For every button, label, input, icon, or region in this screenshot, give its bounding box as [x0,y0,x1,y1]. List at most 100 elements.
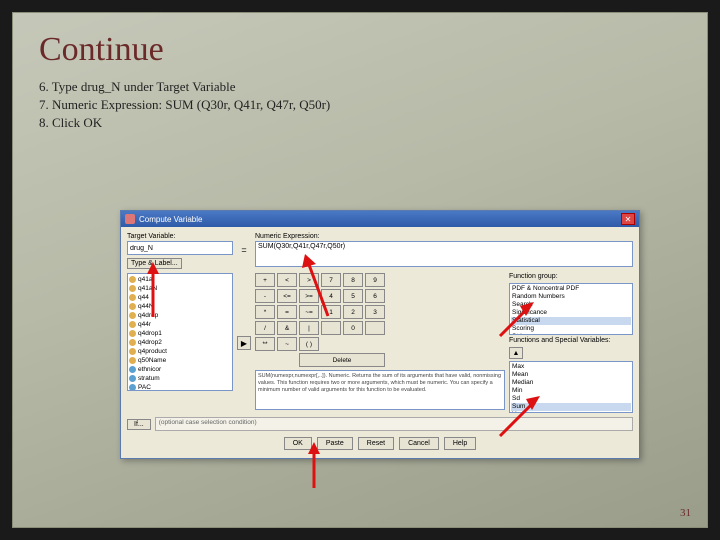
function-item[interactable]: Median [511,379,631,387]
keypad-button[interactable]: - [255,289,275,303]
numeric-expression-label: Numeric Expression: [255,233,633,240]
keypad-button[interactable]: >= [299,289,319,303]
variable-item[interactable]: stratum [129,374,231,383]
app-icon [125,214,135,224]
numeric-expression-input[interactable]: SUM(Q30r,Q41r,Q47r,Q50r) [255,241,633,267]
function-item[interactable]: Min [511,387,631,395]
variable-type-icon [129,312,136,319]
keypad-button[interactable]: | [299,321,319,335]
variable-item[interactable]: PAC [129,383,231,391]
variable-item[interactable]: q44r [129,320,231,329]
keypad-button[interactable]: 3 [365,305,385,319]
keypad-button[interactable]: 6 [365,289,385,303]
insert-function-button[interactable]: ▲ [509,347,523,359]
keypad-button[interactable]: ~= [299,305,319,319]
variable-item[interactable]: q4product [129,347,231,356]
variable-type-icon [129,384,136,391]
variable-item[interactable]: q4drop1 [129,329,231,338]
step-6: 6. Type drug_N under Target Variable [39,79,681,95]
functions-list-label: Functions and Special Variables: [509,337,633,344]
close-button[interactable]: ✕ [621,213,635,225]
function-item[interactable]: Max [511,363,631,371]
step-7: 7. Numeric Expression: SUM (Q30r, Q41r, … [39,97,681,113]
reset-button[interactable]: Reset [358,437,394,450]
if-condition-box: (optional case selection condition) [155,417,633,431]
variable-item[interactable]: q41a [129,275,231,284]
move-right-button[interactable]: ▶ [237,336,251,350]
keypad-button[interactable]: > [299,273,319,287]
variable-type-icon [129,285,136,292]
variable-item[interactable]: q41aN [129,284,231,293]
step-8: 8. Click OK [39,115,681,131]
page-number: 31 [680,507,691,519]
function-group-list[interactable]: PDF & Noncentral PDFRandom NumbersSearch… [509,283,633,335]
keypad-button[interactable]: = [277,305,297,319]
slide-title: Continue [39,31,681,69]
target-variable-label: Target Variable: [127,233,233,240]
function-item[interactable]: Sum [511,403,631,411]
keypad-button[interactable]: 2 [343,305,363,319]
keypad-button[interactable]: * [255,305,275,319]
keypad-button[interactable]: 1 [321,305,341,319]
delete-button[interactable]: Delete [299,353,385,367]
keypad-button[interactable]: 9 [365,273,385,287]
variable-type-icon [129,339,136,346]
ok-button[interactable]: OK [284,437,312,450]
variable-item[interactable]: q44N [129,302,231,311]
variable-item[interactable]: q4drop [129,311,231,320]
keypad-button[interactable]: ( ) [299,337,319,351]
function-group-item[interactable]: Random Numbers [511,293,631,301]
variable-item[interactable]: q4drop2 [129,338,231,347]
keypad-button[interactable]: <= [277,289,297,303]
function-group-item[interactable]: PDF & Noncentral PDF [511,285,631,293]
paste-button[interactable]: Paste [317,437,353,450]
function-group-item[interactable]: Significance [511,309,631,317]
if-button[interactable]: If... [127,419,151,430]
keypad-button[interactable]: ** [255,337,275,351]
keypad-button[interactable]: 8 [343,273,363,287]
variable-item[interactable]: q44 [129,293,231,302]
keypad-button[interactable]: / [255,321,275,335]
variable-type-icon [129,294,136,301]
variable-list[interactable]: q41aq41aNq44q44Nq4dropq44rq4drop1q4drop2… [127,273,233,391]
keypad-button[interactable]: 5 [343,289,363,303]
equals-label: = [239,233,249,269]
function-group-item[interactable]: String [511,333,631,335]
function-item[interactable]: Sd [511,395,631,403]
function-group-item[interactable]: Scoring [511,325,631,333]
compute-variable-dialog: Compute Variable ✕ Target Variable: Type… [120,210,640,459]
dialog-titlebar[interactable]: Compute Variable ✕ [121,211,639,227]
variable-type-icon [129,330,136,337]
function-group-item[interactable]: Search [511,301,631,309]
keypad-button[interactable]: 4 [321,289,341,303]
function-group-label: Function group: [509,273,633,280]
keypad-button[interactable]: & [277,321,297,335]
variable-item[interactable]: ethnicor [129,365,231,374]
function-item[interactable]: Variance [511,411,631,413]
variable-type-icon [129,375,136,382]
type-label-button[interactable]: Type & Label... [127,258,182,269]
keypad-button[interactable]: < [277,273,297,287]
keypad-button[interactable]: 0 [343,321,363,335]
keypad-button[interactable] [365,321,385,335]
functions-list[interactable]: MaxMeanMedianMinSdSumVariance [509,361,633,413]
function-description: SUM(numexpr,numexpr[,..]). Numeric. Retu… [255,370,505,410]
variable-type-icon [129,348,136,355]
variable-type-icon [129,276,136,283]
target-variable-input[interactable] [127,241,233,255]
calculator-keypad: +<>789 -<=>=456 *=~=123 /&| 0 **~( ) Delete [255,273,505,367]
dialog-title: Compute Variable [139,215,621,224]
variable-type-icon [129,303,136,310]
help-button[interactable]: Help [444,437,476,450]
keypad-button[interactable]: ~ [277,337,297,351]
variable-type-icon [129,366,136,373]
keypad-button[interactable]: + [255,273,275,287]
variable-type-icon [129,321,136,328]
keypad-button[interactable] [321,321,341,335]
variable-item[interactable]: q50Name [129,356,231,365]
function-item[interactable]: Mean [511,371,631,379]
cancel-button[interactable]: Cancel [399,437,439,450]
variable-type-icon [129,357,136,364]
keypad-button[interactable]: 7 [321,273,341,287]
function-group-item[interactable]: Statistical [511,317,631,325]
